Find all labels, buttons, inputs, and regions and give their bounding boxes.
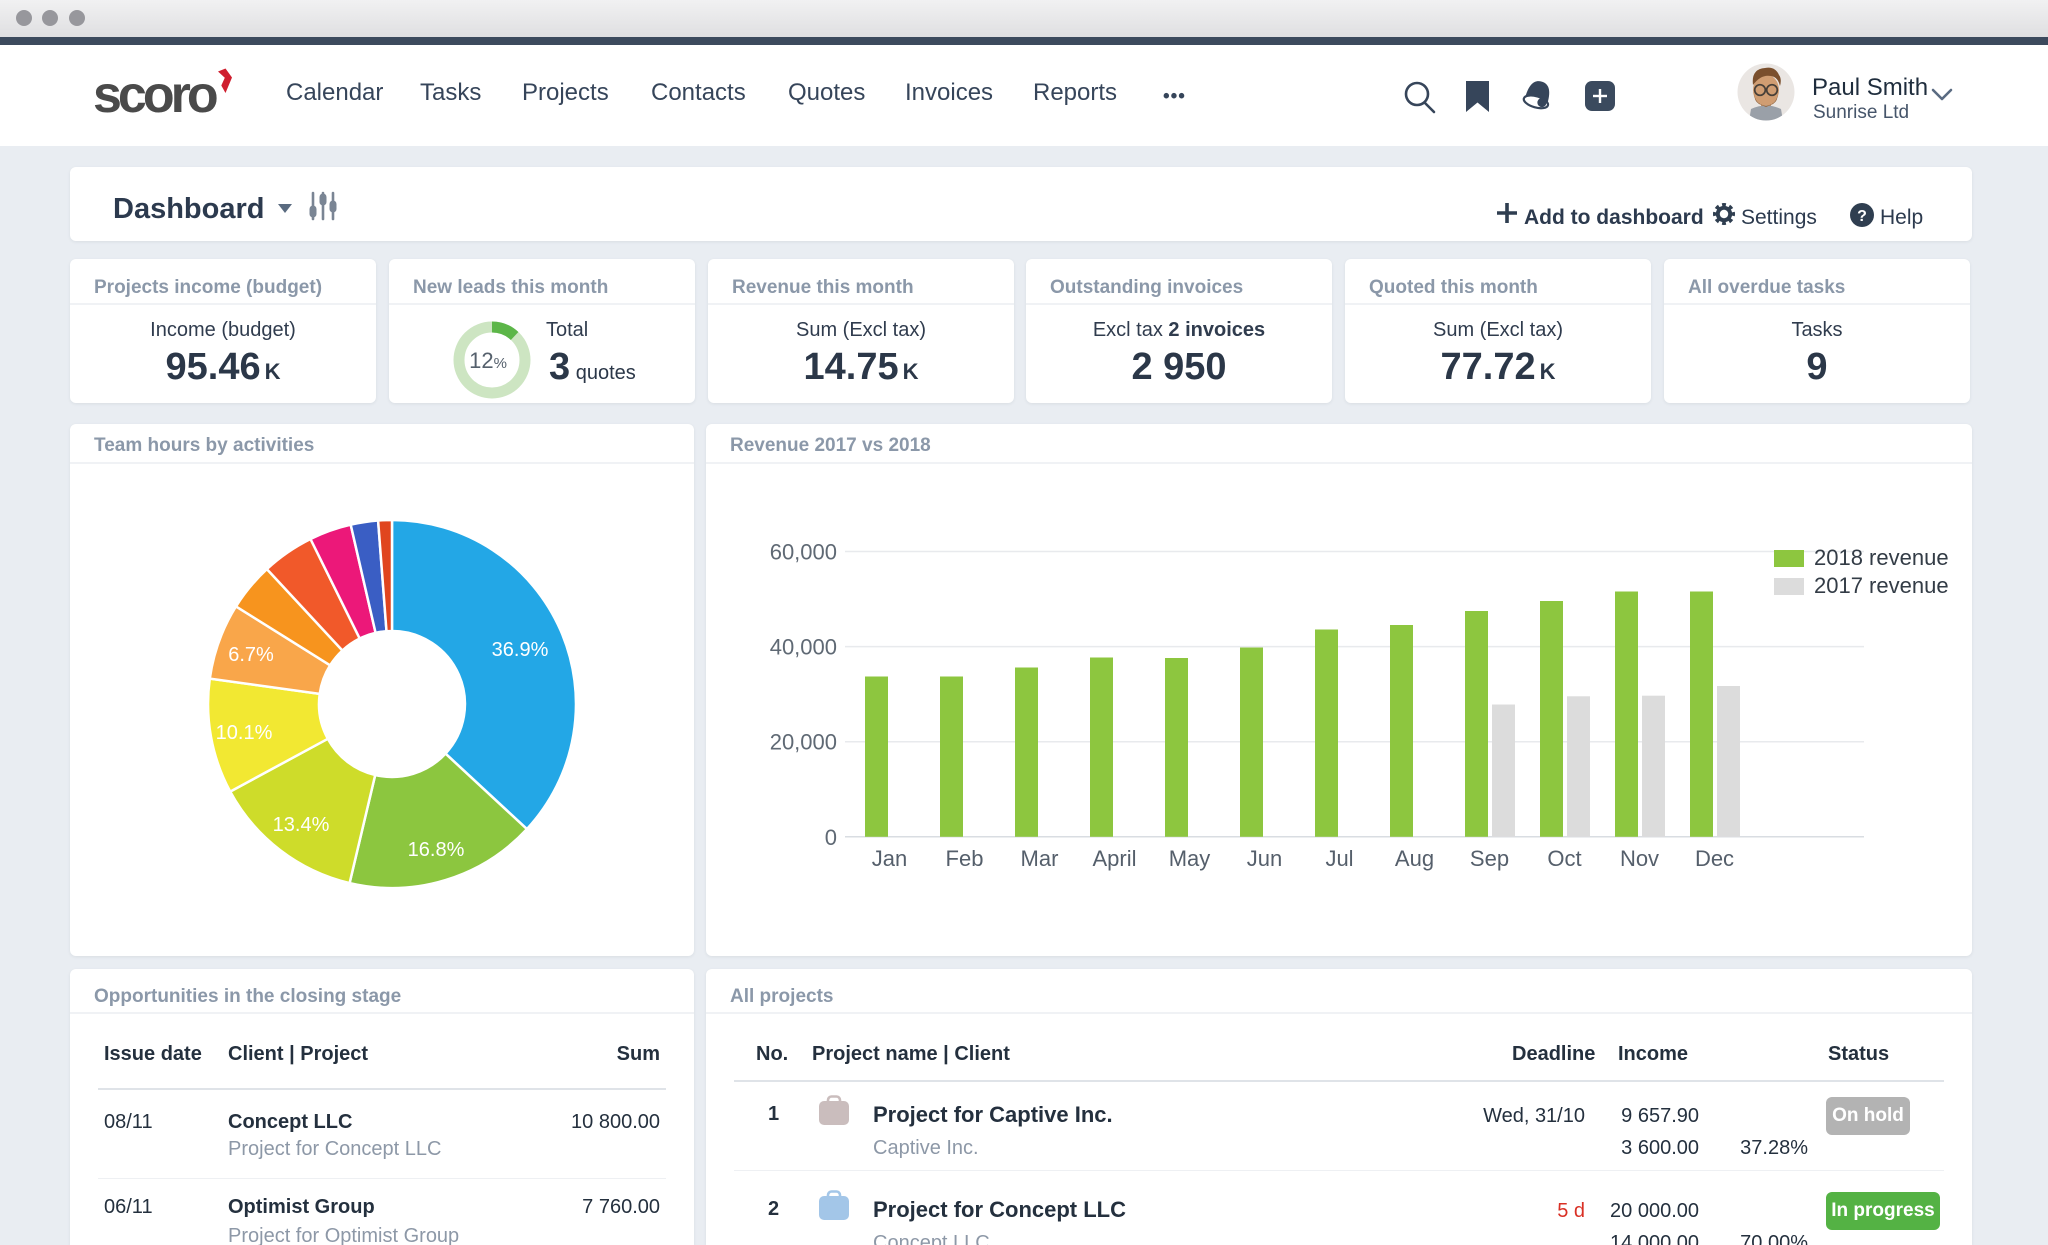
svg-text:60,000: 60,000 (770, 540, 837, 565)
svg-text:Mar: Mar (1021, 846, 1059, 871)
svg-text:2018 revenue: 2018 revenue (1814, 545, 1949, 570)
svg-text:6.7%: 6.7% (228, 644, 274, 666)
svg-text:April: April (1092, 846, 1136, 871)
svg-text:Jan: Jan (872, 846, 907, 871)
svg-text:?: ? (1857, 208, 1867, 225)
svg-text:20,000: 20,000 (770, 730, 837, 755)
svg-text:40,000: 40,000 (770, 635, 837, 660)
svg-text:May: May (1169, 846, 1211, 871)
svg-text:Oct: Oct (1547, 846, 1581, 871)
svg-text:12%: 12% (469, 348, 507, 373)
svg-text:0: 0 (825, 825, 837, 850)
svg-text:Jul: Jul (1325, 846, 1353, 871)
svg-text:36.9%: 36.9% (492, 639, 549, 661)
svg-text:Nov: Nov (1620, 846, 1659, 871)
svg-text:10.1%: 10.1% (216, 722, 273, 744)
svg-text:Feb: Feb (946, 846, 984, 871)
svg-text:16.8%: 16.8% (408, 839, 465, 861)
svg-text:2017 revenue: 2017 revenue (1814, 573, 1949, 598)
svg-text:13.4%: 13.4% (273, 814, 330, 836)
svg-text:Aug: Aug (1395, 846, 1434, 871)
svg-text:Sep: Sep (1470, 846, 1509, 871)
svg-text:Jun: Jun (1247, 846, 1282, 871)
svg-text:Dec: Dec (1695, 846, 1734, 871)
